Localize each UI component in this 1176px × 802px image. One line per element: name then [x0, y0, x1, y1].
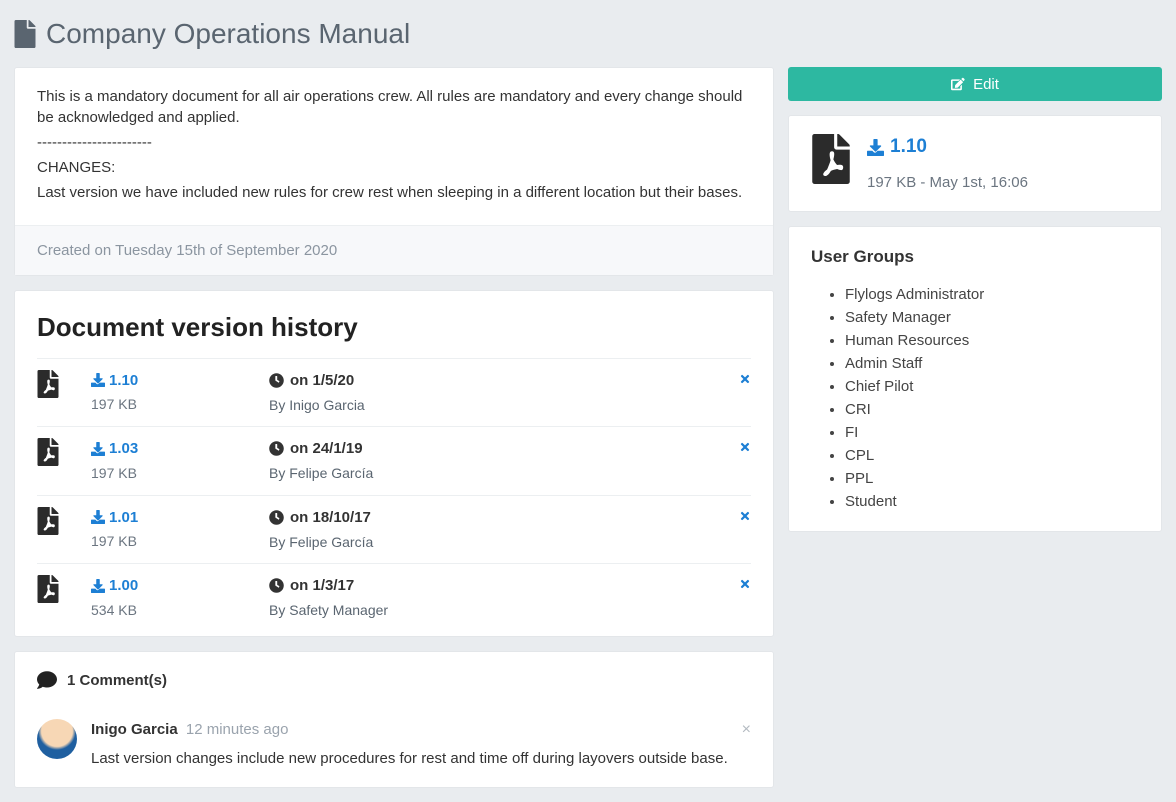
- download-icon: [91, 442, 105, 456]
- version-history-card: Document version history 1.10 197 KB on …: [14, 290, 774, 637]
- version-size: 534 KB: [91, 601, 261, 621]
- download-current-version[interactable]: 1.10: [867, 134, 927, 161]
- version-number: 1.03: [109, 438, 138, 459]
- page-header: Company Operations Manual: [14, 14, 1162, 53]
- version-size: 197 KB: [91, 395, 261, 415]
- close-icon: [739, 510, 751, 522]
- download-icon: [91, 510, 105, 524]
- version-size: 197 KB: [91, 464, 261, 484]
- download-version-link[interactable]: 1.01: [91, 507, 138, 528]
- version-date: on 1/3/17: [290, 575, 354, 596]
- version-row: 1.03 197 KB on 24/1/19 By Felipe García: [37, 426, 751, 495]
- edit-button-label: Edit: [973, 74, 999, 95]
- pdf-icon: [37, 575, 59, 603]
- clock-icon: [269, 373, 284, 388]
- user-groups-card: User Groups Flylogs AdministratorSafety …: [788, 226, 1162, 532]
- version-date: on 1/5/20: [290, 370, 354, 391]
- version-history-title: Document version history: [37, 309, 751, 345]
- page-title: Company Operations Manual: [46, 14, 410, 53]
- delete-version-button[interactable]: [721, 575, 751, 596]
- download-icon: [91, 579, 105, 593]
- close-icon: [739, 578, 751, 590]
- download-version-link[interactable]: 1.10: [91, 370, 138, 391]
- version-number: 1.10: [109, 370, 138, 391]
- version-author: By Inigo Garcia: [269, 396, 713, 416]
- user-group-item: CPL: [845, 444, 1139, 467]
- comment-icon: [37, 670, 57, 690]
- created-on: Created on Tuesday 15th of September 202…: [15, 225, 773, 275]
- user-group-item: Chief Pilot: [845, 375, 1139, 398]
- user-group-item: Human Resources: [845, 329, 1139, 352]
- description-line: Last version we have included new rules …: [37, 182, 751, 203]
- delete-version-button[interactable]: [721, 438, 751, 459]
- version-number: 1.01: [109, 507, 138, 528]
- user-group-item: CRI: [845, 398, 1139, 421]
- close-icon: [739, 373, 751, 385]
- version-size: 197 KB: [91, 532, 261, 552]
- version-author: By Felipe García: [269, 464, 713, 484]
- user-group-item: PPL: [845, 467, 1139, 490]
- version-author: By Safety Manager: [269, 601, 713, 621]
- description-line: This is a mandatory document for all air…: [37, 86, 751, 128]
- delete-version-button[interactable]: [721, 507, 751, 528]
- description-line: -----------------------: [37, 132, 751, 153]
- current-file-card: 1.10 197 KB - May 1st, 16:06: [788, 115, 1162, 212]
- edit-button[interactable]: Edit: [788, 67, 1162, 101]
- user-groups-title: User Groups: [811, 245, 1139, 269]
- user-group-item: Safety Manager: [845, 306, 1139, 329]
- current-version-label: 1.10: [890, 134, 927, 161]
- download-version-link[interactable]: 1.03: [91, 438, 138, 459]
- comment-text: Last version changes include new procedu…: [91, 748, 728, 769]
- clock-icon: [269, 441, 284, 456]
- comments-count: 1 Comment(s): [67, 670, 167, 691]
- user-group-item: FI: [845, 421, 1139, 444]
- version-date: on 18/10/17: [290, 507, 371, 528]
- pdf-icon: [37, 438, 59, 466]
- comment-author: Inigo Garcia: [91, 719, 178, 740]
- version-row: 1.00 534 KB on 1/3/17 By Safety Manager: [37, 563, 751, 632]
- download-version-link[interactable]: 1.00: [91, 575, 138, 596]
- download-icon: [91, 373, 105, 387]
- pdf-icon: [37, 370, 59, 398]
- current-file-meta: 197 KB - May 1st, 16:06: [867, 172, 1028, 193]
- comment-item: Inigo Garcia 12 minutes ago Last version…: [15, 719, 773, 787]
- pdf-icon: [37, 507, 59, 535]
- delete-comment-button[interactable]: ×: [742, 719, 751, 741]
- delete-version-button[interactable]: [721, 370, 751, 391]
- user-group-item: Flylogs Administrator: [845, 283, 1139, 306]
- user-group-item: Admin Staff: [845, 352, 1139, 375]
- comment-time: 12 minutes ago: [186, 721, 289, 738]
- pdf-icon: [811, 134, 851, 184]
- user-group-item: Student: [845, 490, 1139, 513]
- description-line: CHANGES:: [37, 157, 751, 178]
- description-card: This is a mandatory document for all air…: [14, 67, 774, 276]
- clock-icon: [269, 510, 284, 525]
- version-date: on 24/1/19: [290, 438, 363, 459]
- version-row: 1.01 197 KB on 18/10/17 By Felipe García: [37, 495, 751, 564]
- close-icon: [739, 441, 751, 453]
- edit-icon: [951, 77, 965, 91]
- avatar: [37, 719, 77, 759]
- comments-header: 1 Comment(s): [15, 652, 773, 719]
- version-author: By Felipe García: [269, 533, 713, 553]
- comments-card: 1 Comment(s) Inigo Garcia 12 minutes ago…: [14, 651, 774, 788]
- file-icon: [14, 20, 36, 48]
- version-number: 1.00: [109, 575, 138, 596]
- clock-icon: [269, 578, 284, 593]
- download-icon: [867, 139, 884, 156]
- version-row: 1.10 197 KB on 1/5/20 By Inigo Garcia: [37, 358, 751, 427]
